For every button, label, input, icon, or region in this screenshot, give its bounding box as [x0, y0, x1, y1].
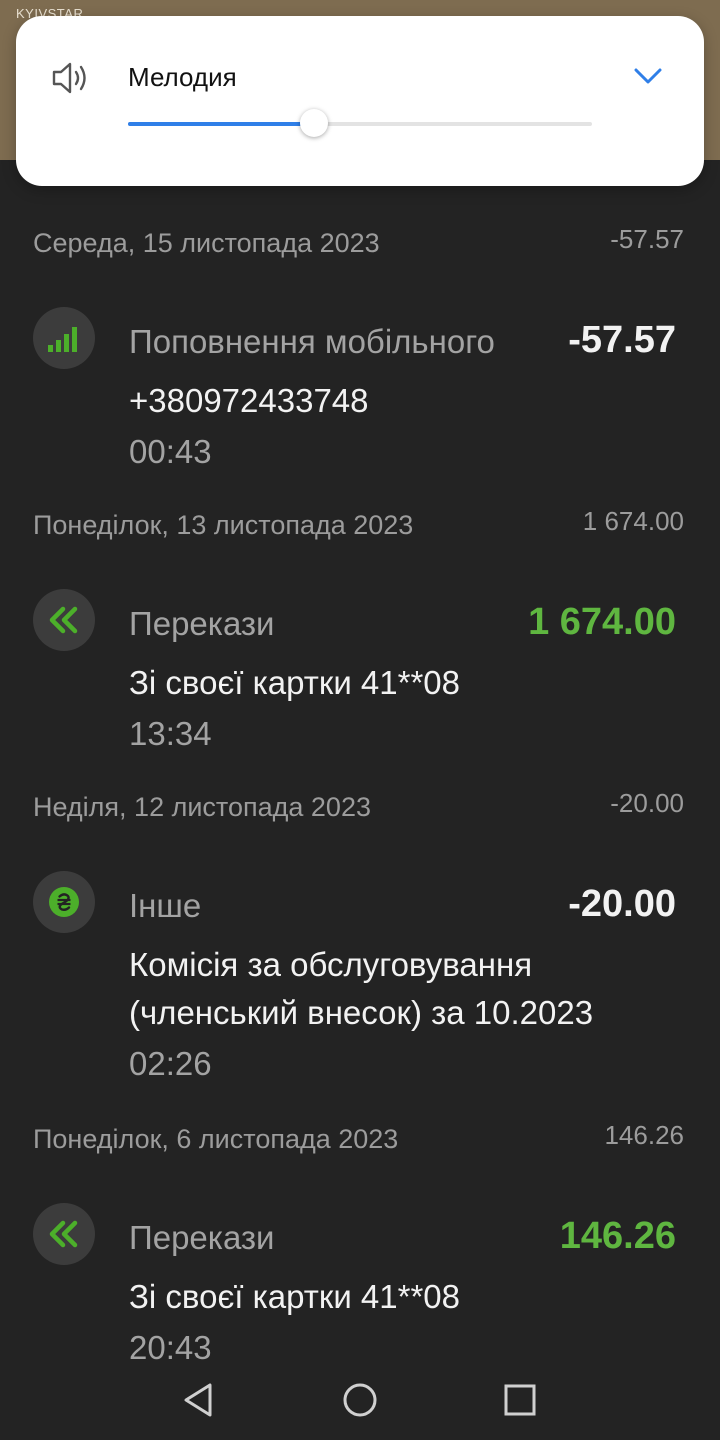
volume-panel: Мелодия [16, 16, 704, 186]
transaction-amount: 146.26 [559, 1215, 676, 1257]
recents-square-icon[interactable] [500, 1380, 540, 1420]
transaction-category: Інше [129, 887, 202, 924]
date-header: Середа, 15 листопада 2023 -57.57 [0, 224, 720, 272]
home-circle-icon[interactable] [340, 1380, 380, 1420]
transaction-time: 20:43 [129, 1329, 212, 1360]
transaction-description: Зі своєї картки 41**08 [129, 1278, 461, 1315]
date-header: Неділя, 12 листопада 2023 -20.00 [0, 788, 720, 836]
transfer-arrows-icon [33, 1203, 95, 1265]
date-header: Понеділок, 13 листопада 2023 1 674.00 [0, 506, 720, 554]
transaction-category: Перекази [129, 605, 275, 642]
transaction-time: 02:26 [129, 1045, 212, 1082]
transaction-row[interactable]: Перекази 1 674.00 Зі своєї картки 41**08… [0, 589, 720, 789]
transaction-list[interactable]: Середа, 15 листопада 2023 -57.57 Поповне… [0, 0, 720, 1360]
transaction-row[interactable]: Інше -20.00 Комісія за обслуговування (ч… [0, 871, 720, 1082]
transaction-time: 00:43 [129, 433, 212, 470]
transaction-amount: -20.00 [568, 883, 676, 925]
volume-slider-thumb[interactable] [299, 109, 328, 137]
date-label: Неділя, 12 листопада 2023 [33, 792, 371, 822]
transaction-description: +380972433748 [129, 382, 369, 419]
transaction-row[interactable]: Поповнення мобільного -57.57 +3809724337… [0, 307, 720, 507]
back-triangle-icon[interactable] [180, 1380, 220, 1420]
navigation-bar [0, 1360, 720, 1440]
date-label: Понеділок, 13 листопада 2023 [33, 510, 414, 540]
transaction-row[interactable]: Перекази 146.26 Зі своєї картки 41**08 2… [0, 1203, 720, 1360]
mobile-signal-icon [33, 307, 95, 369]
transaction-amount: 1 674.00 [528, 601, 676, 643]
transfer-arrows-icon [33, 589, 95, 651]
date-header: Понеділок, 6 листопада 2023 146.26 [0, 1120, 720, 1168]
chevron-down-icon[interactable] [632, 64, 664, 88]
volume-stream-label: Мелодия [128, 62, 237, 92]
day-total: 146.26 [604, 1120, 684, 1150]
volume-slider[interactable] [128, 109, 592, 137]
transaction-time: 13:34 [129, 715, 212, 752]
speaker-icon [50, 58, 94, 98]
transaction-description: Зі своєї картки 41**08 [129, 664, 461, 701]
day-total: -20.00 [610, 788, 684, 818]
day-total: 1 674.00 [582, 506, 684, 536]
volume-slider-fill [128, 122, 314, 126]
transaction-description: Комісія за обслуговування (членський вне… [129, 946, 594, 1031]
transaction-category: Перекази [129, 1219, 275, 1256]
transaction-category: Поповнення мобільного [129, 323, 495, 360]
date-label: Середа, 15 листопада 2023 [33, 228, 380, 258]
transaction-amount: -57.57 [568, 319, 676, 361]
hryvnia-coin-icon [33, 871, 95, 933]
date-label: Понеділок, 6 листопада 2023 [33, 1124, 399, 1154]
day-total: -57.57 [610, 224, 684, 254]
